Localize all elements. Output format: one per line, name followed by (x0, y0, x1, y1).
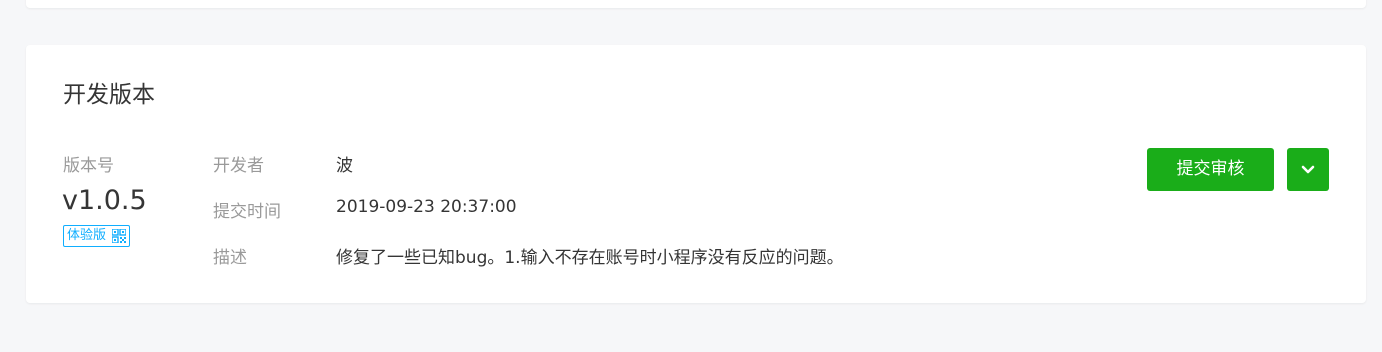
version-label: 版本号 (63, 156, 114, 176)
qr-code-icon[interactable] (112, 229, 127, 243)
developer-label: 开发者 (213, 156, 264, 176)
more-actions-button[interactable] (1287, 148, 1329, 191)
dev-version-card: 开发版本 版本号 v1.0.5 体验版 开发者 波 提交时间 2019-09-2… (26, 45, 1366, 303)
version-number: v1.0.5 (62, 185, 147, 216)
section-title: 开发版本 (63, 82, 155, 108)
chevron-down-icon (1301, 165, 1315, 173)
description-label: 描述 (213, 248, 247, 268)
developer-value: 波 (336, 156, 353, 176)
description-value: 修复了一些已知bug。1.输入不存在账号时小程序没有反应的问题。 (336, 248, 844, 268)
submit-review-button[interactable]: 提交审核 (1147, 148, 1274, 191)
submit-time-label: 提交时间 (213, 202, 281, 222)
trial-version-tag[interactable]: 体验版 (63, 225, 131, 247)
previous-section-card (26, 0, 1366, 8)
trial-version-label: 体验版 (67, 228, 107, 243)
submit-time-value: 2019-09-23 20:37:00 (336, 197, 517, 217)
